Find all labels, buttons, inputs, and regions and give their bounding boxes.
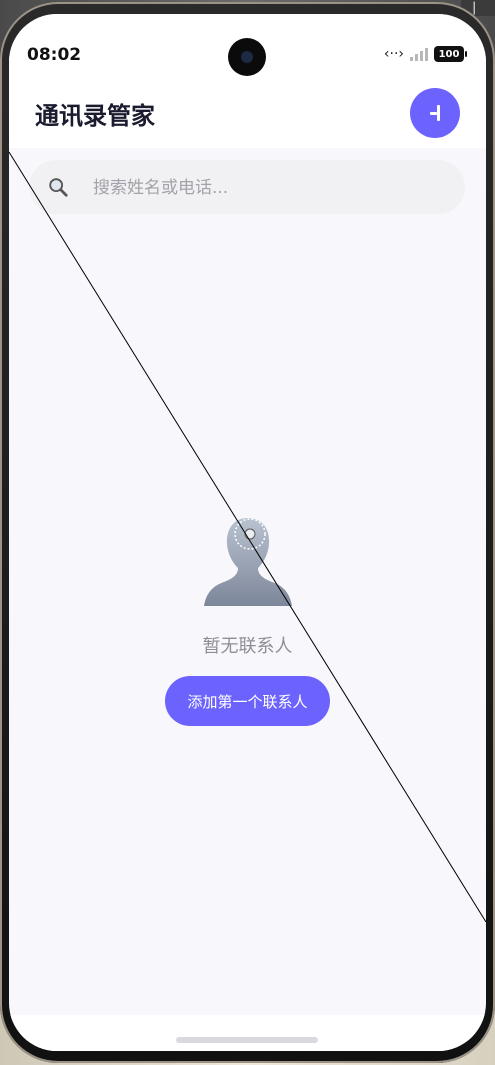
- person-silhouette-icon: [203, 518, 292, 606]
- data-sync-icon: ‹··›: [383, 46, 404, 62]
- home-indicator[interactable]: [176, 1037, 318, 1043]
- status-time: 08:02: [27, 45, 82, 65]
- battery-icon: 100: [434, 46, 467, 62]
- page-title: 通讯录管家: [35, 102, 155, 130]
- search-bar[interactable]: [29, 160, 465, 216]
- add-contact-icon: [428, 105, 442, 121]
- search-icon: [49, 178, 68, 197]
- add-contact-button[interactable]: [410, 88, 460, 138]
- phone-frame: 08:02 ‹··› 100 通讯录管家 搜索姓名或电话... 暂无联系人 添加…: [0, 2, 495, 1063]
- signal-icon: [410, 47, 428, 61]
- phone-screen: 08:02 ‹··› 100 通讯录管家 搜索姓名或电话... 暂无联系人 添加…: [9, 14, 486, 1051]
- app-header: 通讯录管家: [9, 86, 486, 148]
- status-bar: 08:02 ‹··› 100: [9, 14, 486, 86]
- bottom-area: [9, 1015, 486, 1051]
- status-icons: ‹··› 100: [383, 46, 467, 62]
- empty-state-message: 暂无联系人: [202, 636, 293, 657]
- empty-state: 暂无联系人 添加第一个联系人: [9, 514, 486, 726]
- search-input[interactable]: [91, 160, 455, 216]
- add-first-contact-button[interactable]: 添加第一个联系人: [165, 676, 330, 726]
- corner-tab-glyph: ▏: [473, 1, 483, 15]
- front-camera: [228, 38, 266, 76]
